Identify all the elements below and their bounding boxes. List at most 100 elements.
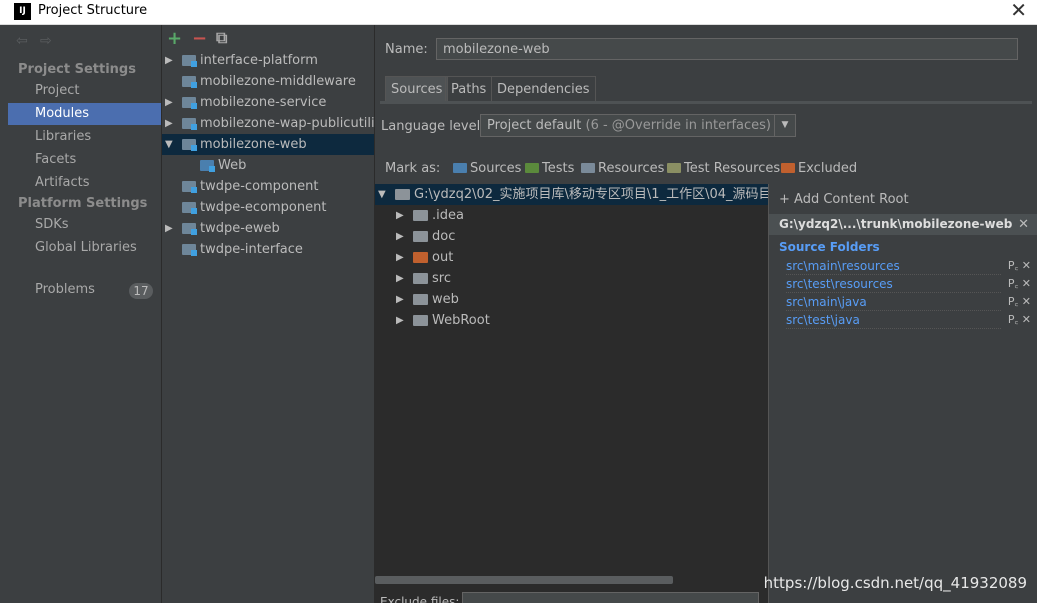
sidebar-item-global-libraries[interactable]: Global Libraries <box>8 237 161 259</box>
remove-content-root-button[interactable]: ✕ <box>1018 214 1029 235</box>
forward-arrow-icon[interactable]: ⇨ <box>40 33 52 49</box>
tab-dependencies[interactable]: Dependencies <box>491 76 596 101</box>
mark-as-resources-button[interactable]: Resources <box>581 161 664 176</box>
exclude-files-label: Exclude files: <box>380 595 460 603</box>
expand-arrow-icon[interactable]: ▶ <box>165 218 173 239</box>
expand-arrow-icon[interactable]: ▶ <box>165 113 173 134</box>
sources-folder-icon <box>453 163 467 173</box>
folder-icon <box>413 210 428 221</box>
mark-as-excluded-button[interactable]: Excluded <box>781 161 857 176</box>
language-level-label: Language level: <box>381 119 485 134</box>
content-root-panel: + Add Content Root G:\ydzq2\...\trunk\mo… <box>769 184 1037 603</box>
tree-item-label: twdpe-ecomponent <box>200 200 327 215</box>
tree-item-content-root[interactable]: ▼ G:\ydzq2\02_实施项目库\移动专区项目\1_工作区\04_源码目录… <box>375 184 768 205</box>
name-label: Name: <box>385 42 428 57</box>
tree-item-label: twdpe-component <box>200 179 319 194</box>
expand-arrow-icon[interactable]: ▶ <box>396 205 404 226</box>
source-folder-row: src\main\resources P꜀ ✕ <box>769 258 1037 276</box>
source-folder-path[interactable]: src\main\resources <box>786 259 1001 275</box>
horizontal-scrollbar[interactable] <box>375 576 673 584</box>
add-module-button[interactable]: + <box>167 28 182 49</box>
tree-item-mobilezone-wap-publicutilitie[interactable]: ▶ mobilezone-wap-publicutilitie <box>162 113 374 134</box>
mark-as-tests-button[interactable]: Tests <box>525 161 574 176</box>
module-name-field[interactable]: mobilezone-web <box>436 38 1018 60</box>
sidebar-item-project[interactable]: Project <box>8 80 161 102</box>
sidebar-item-modules[interactable]: Modules <box>8 103 161 125</box>
intellij-icon: IJ <box>14 3 31 20</box>
expand-arrow-icon[interactable]: ▶ <box>396 268 404 289</box>
mark-as-sources-button[interactable]: Sources <box>453 161 521 176</box>
add-content-root-button[interactable]: + Add Content Root <box>779 192 909 207</box>
mark-as-label: Mark as: <box>385 161 441 176</box>
language-level-value: Project default <box>487 118 582 133</box>
back-arrow-icon[interactable]: ⇦ <box>16 33 28 49</box>
tree-item-twdpe-interface[interactable]: twdpe-interface <box>162 239 374 260</box>
module-icon <box>182 76 197 88</box>
tree-item-label: Web <box>218 158 247 173</box>
tree-item-web-facet[interactable]: Web <box>162 155 374 176</box>
expand-arrow-icon[interactable]: ▶ <box>396 310 404 331</box>
language-level-select[interactable]: Project default (6 - @Override in interf… <box>480 114 796 137</box>
tree-item-label: doc <box>432 229 456 244</box>
project-settings-header: Project Settings <box>18 62 136 77</box>
expand-arrow-icon[interactable]: ▶ <box>396 247 404 268</box>
tree-item-src[interactable]: ▶ src <box>375 268 768 289</box>
sidebar-item-sdks[interactable]: SDKs <box>8 214 161 236</box>
sidebar-item-artifacts[interactable]: Artifacts <box>8 172 161 194</box>
tree-item-mobilezone-middleware[interactable]: mobilezone-middleware <box>162 71 374 92</box>
mark-label: Excluded <box>798 161 858 176</box>
tree-item-twdpe-ecomponent[interactable]: twdpe-ecomponent <box>162 197 374 218</box>
tree-item-label: WebRoot <box>432 313 490 328</box>
tree-item-interface-platform[interactable]: ▶ interface-platform <box>162 50 374 71</box>
expand-arrow-icon[interactable]: ▶ <box>396 226 404 247</box>
tab-paths[interactable]: Paths <box>445 76 493 101</box>
source-folder-path[interactable]: src\test\resources <box>786 277 1001 293</box>
title-bar: IJ Project Structure ✕ <box>0 0 1037 25</box>
tree-item-twdpe-eweb[interactable]: ▶ twdpe-eweb <box>162 218 374 239</box>
module-details-panel: Name: mobilezone-web Sources Paths Depen… <box>375 25 1037 603</box>
problems-label: Problems <box>35 282 95 297</box>
folder-icon <box>413 294 428 305</box>
exclude-files-input[interactable] <box>462 592 759 603</box>
edit-remove-folder-icons[interactable]: P꜀ ✕ <box>1008 312 1031 327</box>
collapse-arrow-icon[interactable]: ▼ <box>165 134 173 155</box>
mark-label: Sources <box>470 161 522 176</box>
source-folder-path[interactable]: src\main\java <box>786 295 1001 311</box>
tab-sources[interactable]: Sources <box>385 76 449 101</box>
source-folder-path[interactable]: src\test\java <box>786 313 1001 329</box>
sidebar-item-problems[interactable]: Problems 17 <box>8 279 161 301</box>
tab-underline <box>380 101 1032 104</box>
source-folder-row: src\main\java P꜀ ✕ <box>769 294 1037 312</box>
module-icon <box>182 244 197 256</box>
tree-item-label: web <box>432 292 459 307</box>
expand-arrow-icon[interactable]: ▶ <box>396 289 404 310</box>
mark-as-test-resources-button[interactable]: Test Resources <box>667 161 780 176</box>
tree-item-webroot[interactable]: ▶ WebRoot <box>375 310 768 331</box>
edit-remove-folder-icons[interactable]: P꜀ ✕ <box>1008 276 1031 291</box>
tree-item-twdpe-component[interactable]: twdpe-component <box>162 176 374 197</box>
expand-arrow-icon[interactable]: ▶ <box>165 92 173 113</box>
resources-folder-icon <box>581 163 595 173</box>
tree-item-label: G:\ydzq2\02_实施项目库\移动专区项目\1_工作区\04_源码目录\t… <box>414 187 769 202</box>
tree-item-mobilezone-web[interactable]: ▼ mobilezone-web <box>162 134 374 155</box>
tree-item-doc[interactable]: ▶ doc <box>375 226 768 247</box>
remove-module-button[interactable]: − <box>192 28 207 49</box>
expand-arrow-icon[interactable]: ▶ <box>165 50 173 71</box>
sidebar-item-facets[interactable]: Facets <box>8 149 161 171</box>
tree-item-label: twdpe-interface <box>200 242 303 257</box>
tree-item-web[interactable]: ▶ web <box>375 289 768 310</box>
tree-item-label: mobilezone-wap-publicutilitie <box>200 116 375 131</box>
tree-item-idea[interactable]: ▶ .idea <box>375 205 768 226</box>
tree-item-out[interactable]: ▶ out <box>375 247 768 268</box>
dropdown-arrow-icon[interactable]: ▼ <box>774 115 795 136</box>
tree-item-mobilezone-service[interactable]: ▶ mobilezone-service <box>162 92 374 113</box>
collapse-arrow-icon[interactable]: ▼ <box>378 184 386 205</box>
module-icon <box>182 181 197 193</box>
source-folder-row: src\test\resources P꜀ ✕ <box>769 276 1037 294</box>
copy-icon[interactable]: ⧉ <box>216 28 227 48</box>
sidebar-item-libraries[interactable]: Libraries <box>8 126 161 148</box>
tree-item-label: out <box>432 250 454 265</box>
edit-remove-folder-icons[interactable]: P꜀ ✕ <box>1008 294 1031 309</box>
close-window-button[interactable]: ✕ <box>1010 0 1027 22</box>
edit-remove-folder-icons[interactable]: P꜀ ✕ <box>1008 258 1031 273</box>
